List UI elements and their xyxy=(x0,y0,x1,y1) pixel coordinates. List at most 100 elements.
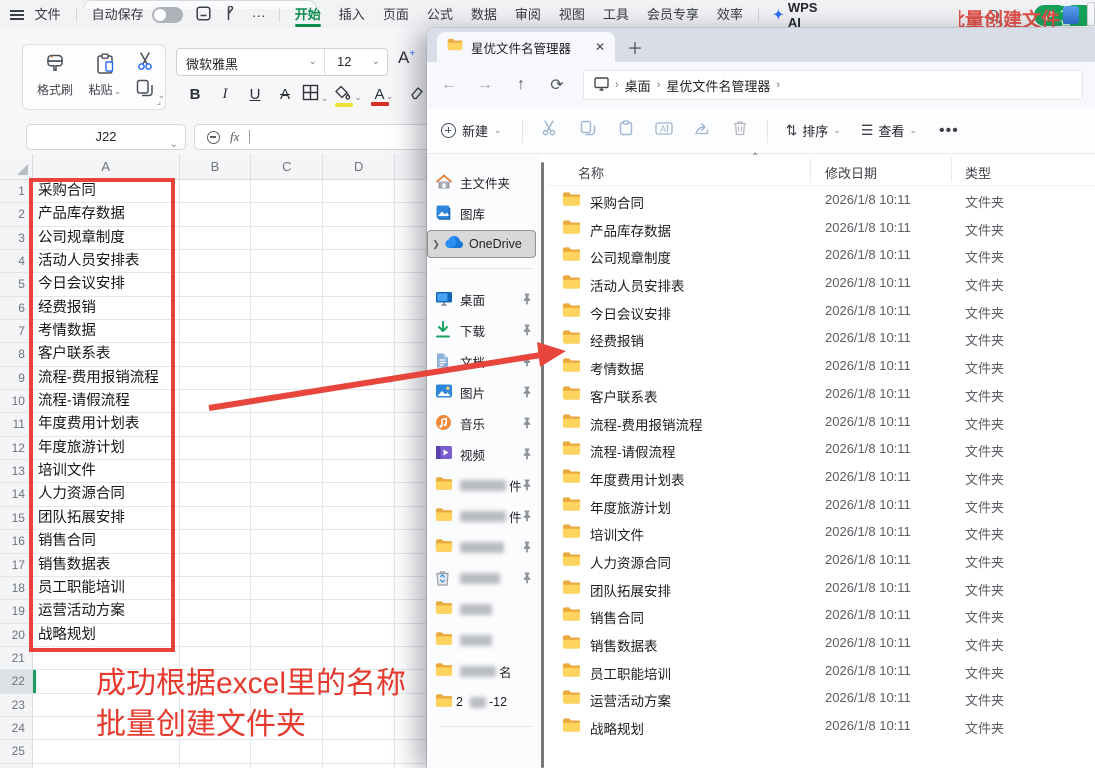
cell[interactable] xyxy=(323,600,396,624)
sidebar-item[interactable]: 2 -12 xyxy=(427,688,539,716)
cell[interactable] xyxy=(251,506,324,531)
file-name[interactable]: 产品库存数据 xyxy=(590,220,671,240)
sidebar-item-视频[interactable]: 视频 xyxy=(427,440,539,468)
cell[interactable] xyxy=(323,226,396,251)
row-header-4[interactable]: 4 xyxy=(0,250,33,274)
paste-button[interactable] xyxy=(607,120,645,141)
file-name[interactable]: 考情数据 xyxy=(590,358,644,378)
cell[interactable] xyxy=(323,366,396,391)
cell[interactable] xyxy=(251,390,324,414)
file-row[interactable]: 年度旅游计划 2026/1/8 10:11 文件夹 xyxy=(548,491,1095,519)
cell[interactable] xyxy=(323,250,396,274)
cell[interactable] xyxy=(179,623,252,647)
cell[interactable] xyxy=(179,576,252,601)
sidebar-item-OneDrive[interactable]: ❯ OneDrive xyxy=(427,230,536,258)
column-header-name[interactable]: 名称 xyxy=(578,163,604,182)
cell[interactable] xyxy=(179,530,252,554)
history-icon[interactable] xyxy=(218,5,245,24)
row-header-22[interactable]: 22 xyxy=(0,670,33,694)
cell[interactable] xyxy=(323,530,396,554)
tab-page[interactable]: 页面 xyxy=(374,3,418,27)
sidebar-item[interactable] xyxy=(427,595,539,623)
file-name[interactable]: 采购合同 xyxy=(590,192,644,212)
tab-home[interactable]: 开始 xyxy=(286,3,330,27)
cell[interactable] xyxy=(251,460,324,484)
cell[interactable] xyxy=(323,576,396,601)
cell[interactable] xyxy=(323,273,396,297)
save-icon[interactable] xyxy=(189,6,218,24)
fill-color-button[interactable]: ⌄ xyxy=(330,85,366,107)
sidebar-item-文档[interactable]: 文档 xyxy=(427,347,539,375)
sidebar-item-音乐[interactable]: 音乐 xyxy=(427,409,539,437)
cell[interactable] xyxy=(395,623,427,647)
column-divider[interactable] xyxy=(810,158,811,182)
cell[interactable] xyxy=(179,343,252,367)
cell[interactable] xyxy=(323,296,396,321)
file-name[interactable]: 年度旅游计划 xyxy=(590,497,671,517)
sidebar-item[interactable] xyxy=(427,564,539,592)
file-row[interactable]: 销售数据表 2026/1/8 10:11 文件夹 xyxy=(548,629,1095,657)
column-divider[interactable] xyxy=(951,158,952,182)
copy-button[interactable] xyxy=(569,120,607,141)
share-button[interactable] xyxy=(683,121,721,141)
more-icon[interactable]: ··· xyxy=(245,7,273,23)
cell[interactable] xyxy=(251,203,324,227)
tab-efficiency[interactable]: 效率 xyxy=(708,3,752,27)
cell[interactable] xyxy=(323,506,396,531)
cell[interactable] xyxy=(395,553,427,577)
cell[interactable] xyxy=(395,320,427,344)
strikethrough-button[interactable]: A xyxy=(270,86,300,103)
font-color-button[interactable]: A ⌄ xyxy=(366,86,402,106)
sidebar-item-图库[interactable]: 图库 xyxy=(427,199,539,227)
file-name[interactable]: 销售合同 xyxy=(590,607,644,627)
file-name[interactable]: 流程-费用报销流程 xyxy=(590,414,703,434)
row-header-19[interactable]: 19 xyxy=(0,600,33,624)
cell[interactable] xyxy=(395,436,427,461)
file-row[interactable]: 公司规章制度 2026/1/8 10:11 文件夹 xyxy=(548,241,1095,269)
tab-review[interactable]: 审阅 xyxy=(506,3,550,27)
cell[interactable] xyxy=(395,506,427,531)
cell[interactable] xyxy=(179,506,252,531)
rename-button[interactable]: A xyxy=(645,121,683,141)
sidebar-item-桌面[interactable]: 桌面 xyxy=(427,285,539,313)
up-button[interactable]: ↑ xyxy=(503,76,539,94)
sidebar-scrollbar[interactable] xyxy=(541,162,544,768)
cell[interactable] xyxy=(323,763,396,768)
file-row[interactable]: 销售合同 2026/1/8 10:11 文件夹 xyxy=(548,601,1095,629)
cell[interactable] xyxy=(251,250,324,274)
new-tab-button[interactable]: ＋ xyxy=(627,35,643,59)
column-header-D[interactable]: D xyxy=(323,154,396,180)
cell[interactable] xyxy=(251,180,324,204)
cell[interactable] xyxy=(323,436,396,461)
tab-insert[interactable]: 插入 xyxy=(330,3,374,27)
cell[interactable] xyxy=(323,203,396,227)
file-row[interactable]: 流程-请假流程 2026/1/8 10:11 文件夹 xyxy=(548,435,1095,463)
autosave-toggle[interactable] xyxy=(151,7,183,23)
file-row[interactable]: 团队拓展安排 2026/1/8 10:11 文件夹 xyxy=(548,574,1095,602)
cell[interactable] xyxy=(395,530,427,554)
file-name[interactable]: 流程-请假流程 xyxy=(590,441,676,461)
cell[interactable] xyxy=(180,763,252,768)
tab-view[interactable]: 视图 xyxy=(550,3,594,27)
breadcrumb-desktop[interactable]: 桌面 xyxy=(625,76,651,95)
sidebar-item[interactable]: 件 xyxy=(427,502,539,530)
cell[interactable] xyxy=(323,390,396,414)
file-name[interactable]: 经费报销 xyxy=(590,330,644,350)
row-header-23[interactable]: 23 xyxy=(0,693,33,717)
tab-tools[interactable]: 工具 xyxy=(594,3,638,27)
file-row[interactable]: 战略规划 2026/1/8 10:11 文件夹 xyxy=(548,712,1095,740)
hamburger-menu-icon[interactable] xyxy=(10,10,24,20)
row-header-17[interactable]: 17 xyxy=(0,553,33,577)
cell[interactable] xyxy=(179,600,252,624)
explorer-tab[interactable]: 星优文件名管理器 ✕ xyxy=(437,32,615,62)
tab-formula[interactable]: 公式 xyxy=(418,3,462,27)
file-name[interactable]: 团队拓展安排 xyxy=(590,580,671,600)
sort-button[interactable]: ⇅ 排序 ⌄ xyxy=(776,121,851,140)
cell[interactable] xyxy=(323,180,396,204)
column-header-date[interactable]: 修改日期 xyxy=(825,163,877,182)
row-header-21[interactable]: 21 xyxy=(0,646,33,671)
cell[interactable] xyxy=(179,483,252,507)
cell[interactable] xyxy=(179,460,252,484)
row-header-26[interactable]: 26 xyxy=(0,763,33,768)
font-name-select[interactable]: 微软雅黑 ⌄ xyxy=(177,49,325,75)
